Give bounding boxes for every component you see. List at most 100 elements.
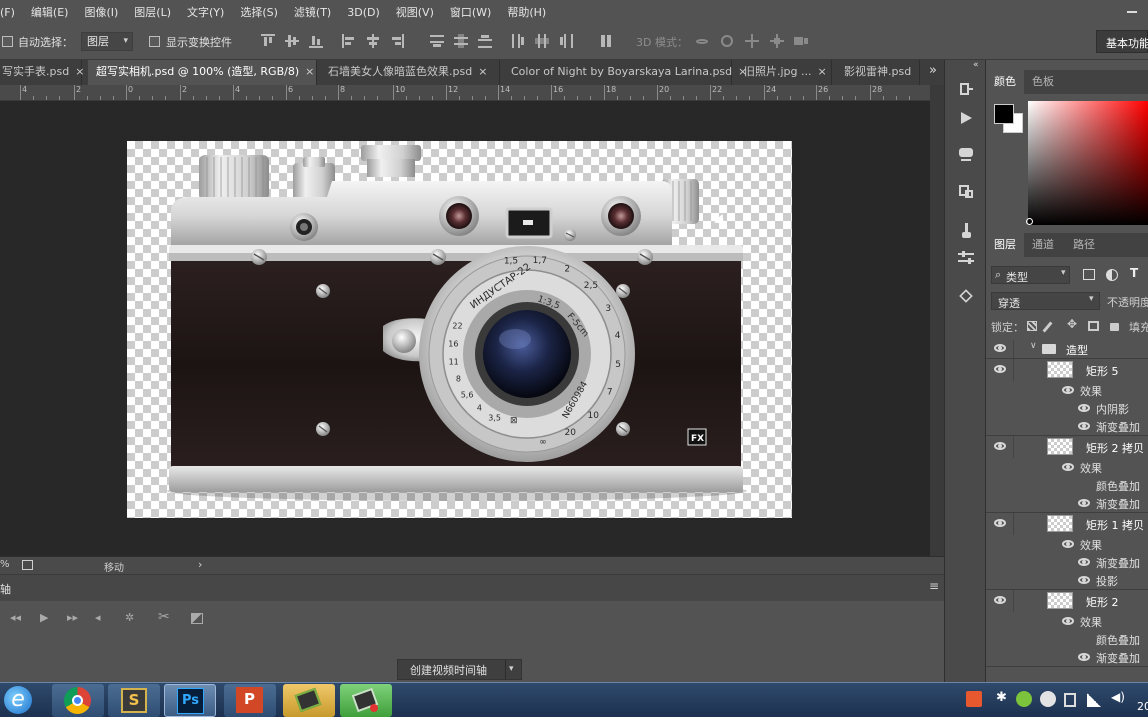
lock-all-icon[interactable] (1110, 323, 1119, 331)
distribute-hcenter-icon[interactable] (535, 34, 549, 48)
layer-thumbnail[interactable] (1047, 515, 1073, 532)
layer-effects-row[interactable]: 效果 (986, 381, 1148, 399)
tab-swatches[interactable]: 色板 (1032, 70, 1054, 94)
auto-select-dropdown[interactable]: 图层 ▾ (81, 32, 133, 51)
distribute-top-icon[interactable] (430, 34, 444, 48)
auto-select-checkbox[interactable] (2, 36, 13, 47)
visibility-eye-icon[interactable] (994, 596, 1006, 604)
first-frame-icon[interactable]: ◂◂ (10, 611, 21, 624)
scale-3d-icon[interactable] (794, 34, 808, 48)
visibility-eye-icon[interactable] (994, 365, 1006, 373)
distribute-bottom-icon[interactable] (478, 34, 492, 48)
layer-effect-row[interactable]: 颜色叠加 (986, 476, 1148, 494)
audio-icon[interactable]: ◂ (95, 611, 101, 624)
layer-effect-row[interactable]: 渐变叠加 (986, 553, 1148, 571)
ie-icon[interactable]: e (4, 686, 32, 714)
export-icon[interactable] (22, 560, 33, 570)
document-canvas[interactable]: ИНДУСТАР-22 1:3,5 F-5cm N660984 ⊠ 1,5 1,7… (127, 141, 792, 518)
menu-image[interactable]: 图像(I) (84, 4, 118, 20)
panel-menu-icon[interactable]: ≡ (929, 579, 939, 593)
align-top-icon[interactable] (261, 34, 275, 48)
tab-channels[interactable]: 通道 (1032, 233, 1054, 257)
layer-thumbnail[interactable] (1047, 361, 1073, 378)
color-picker-cursor[interactable] (1026, 218, 1033, 225)
menu-window[interactable]: 窗口(W) (450, 4, 491, 20)
visibility-eye-icon[interactable] (1062, 540, 1074, 548)
collapse-icon[interactable]: « (973, 60, 979, 70)
distribute-right-icon[interactable] (559, 34, 573, 48)
clone-source-icon[interactable] (958, 250, 974, 266)
tab-camera[interactable]: 超写实相机.psd @ 100% (造型, RGB/8) × (88, 60, 317, 85)
settings-gear-icon[interactable]: ✲ (125, 611, 134, 624)
align-right-icon[interactable] (390, 34, 404, 48)
chevron-down-icon[interactable]: ∨ (1030, 341, 1037, 351)
lock-brush-icon[interactable] (1042, 321, 1053, 333)
next-frame-icon[interactable]: ▸▸ (67, 611, 78, 624)
minimize-icon[interactable] (1120, 0, 1144, 24)
visibility-eye-icon[interactable] (1062, 386, 1074, 394)
workspace-switcher[interactable]: 基本功能 (1096, 30, 1148, 53)
visibility-eye-icon[interactable] (1078, 499, 1090, 507)
layer-row[interactable]: 矩形 2 (986, 590, 1148, 612)
menu-select[interactable]: 选择(S) (240, 4, 278, 20)
layer-effect-row[interactable]: 渐变叠加 (986, 494, 1148, 512)
lock-transparent-icon[interactable] (1027, 321, 1037, 331)
tray-device-icon[interactable] (1064, 693, 1076, 707)
visibility-eye-icon[interactable] (994, 344, 1006, 352)
tray-user-icon[interactable] (1040, 691, 1056, 707)
menu-file[interactable]: (F) (0, 6, 15, 19)
layer-thumbnail[interactable] (1047, 438, 1073, 455)
show-transform-checkbox[interactable] (149, 36, 160, 47)
rotate-3d-icon[interactable] (695, 34, 709, 48)
layer-effects-row[interactable]: 效果 (986, 612, 1148, 630)
blend-mode-dropdown[interactable]: 穿透 ▾ (991, 292, 1100, 310)
foreground-color-swatch[interactable] (994, 104, 1014, 124)
menu-help[interactable]: 帮助(H) (507, 4, 546, 20)
layer-effect-row[interactable]: 投影 (986, 571, 1148, 589)
slide-3d-icon[interactable] (770, 34, 784, 48)
app-task-2[interactable] (340, 684, 392, 717)
visibility-eye-icon[interactable] (1078, 653, 1090, 661)
volume-icon[interactable]: ◀) (1111, 690, 1125, 704)
tab-stonewall[interactable]: 石墙美女人像暗蓝色效果.psd × (320, 60, 500, 85)
close-icon[interactable]: × (305, 65, 314, 78)
zoom-readout[interactable]: % (0, 559, 10, 570)
layer-kind-filter[interactable]: ⌕ 类型 ▾ (991, 266, 1070, 284)
auto-align-icon[interactable] (599, 34, 613, 48)
visibility-eye-icon[interactable] (1062, 463, 1074, 471)
tab-old-photo[interactable]: 旧照片.jpg ... × (736, 60, 832, 85)
layer-effect-row[interactable]: 渐变叠加 (986, 417, 1148, 435)
align-vcenter-icon[interactable] (285, 34, 299, 48)
layer-row[interactable]: 矩形 5 (986, 359, 1148, 381)
chrome-task[interactable] (52, 684, 104, 717)
visibility-eye-icon[interactable] (1078, 422, 1090, 430)
transition-icon[interactable] (191, 613, 203, 624)
chevron-down-icon[interactable]: ▾ (509, 660, 514, 679)
layer-row[interactable]: 矩形 2 拷贝 (986, 436, 1148, 458)
powerpoint-task[interactable]: P (224, 684, 276, 717)
3d-cube-icon[interactable] (958, 288, 974, 304)
tray-app-icon[interactable] (966, 691, 982, 707)
visibility-eye-icon[interactable] (994, 442, 1006, 450)
tab-layers[interactable]: 图层 (986, 233, 1024, 257)
scissors-icon[interactable]: ✂ (158, 609, 170, 625)
layer-effect-row[interactable]: 内阴影 (986, 399, 1148, 417)
tab-paths[interactable]: 路径 (1073, 233, 1095, 257)
layer-effects-row[interactable]: 效果 (986, 458, 1148, 476)
align-hcenter-icon[interactable] (366, 34, 380, 48)
layer-thumbnail[interactable] (1047, 592, 1073, 609)
layer-effect-row[interactable]: 颜色叠加 (986, 630, 1148, 648)
tray-green-icon[interactable] (1016, 691, 1032, 707)
menu-layer[interactable]: 图层(L) (134, 4, 171, 20)
layer-group-row[interactable]: ∨ 造型 (986, 340, 1148, 358)
lock-move-icon[interactable]: ✥ (1067, 317, 1077, 331)
filter-pixel-icon[interactable] (1083, 269, 1095, 280)
tabs-overflow-icon[interactable]: » (929, 63, 937, 78)
properties-icon[interactable] (958, 184, 974, 200)
lock-artboard-icon[interactable] (1088, 321, 1099, 331)
photoshop-task[interactable]: Ps (164, 684, 216, 717)
adjustment-icon[interactable] (958, 147, 974, 163)
layer-effects-row[interactable]: 效果 (986, 535, 1148, 553)
tab-color-night[interactable]: Color of Night by Boyarskaya Larina.psd × (503, 60, 747, 85)
visibility-eye-icon[interactable] (994, 519, 1006, 527)
